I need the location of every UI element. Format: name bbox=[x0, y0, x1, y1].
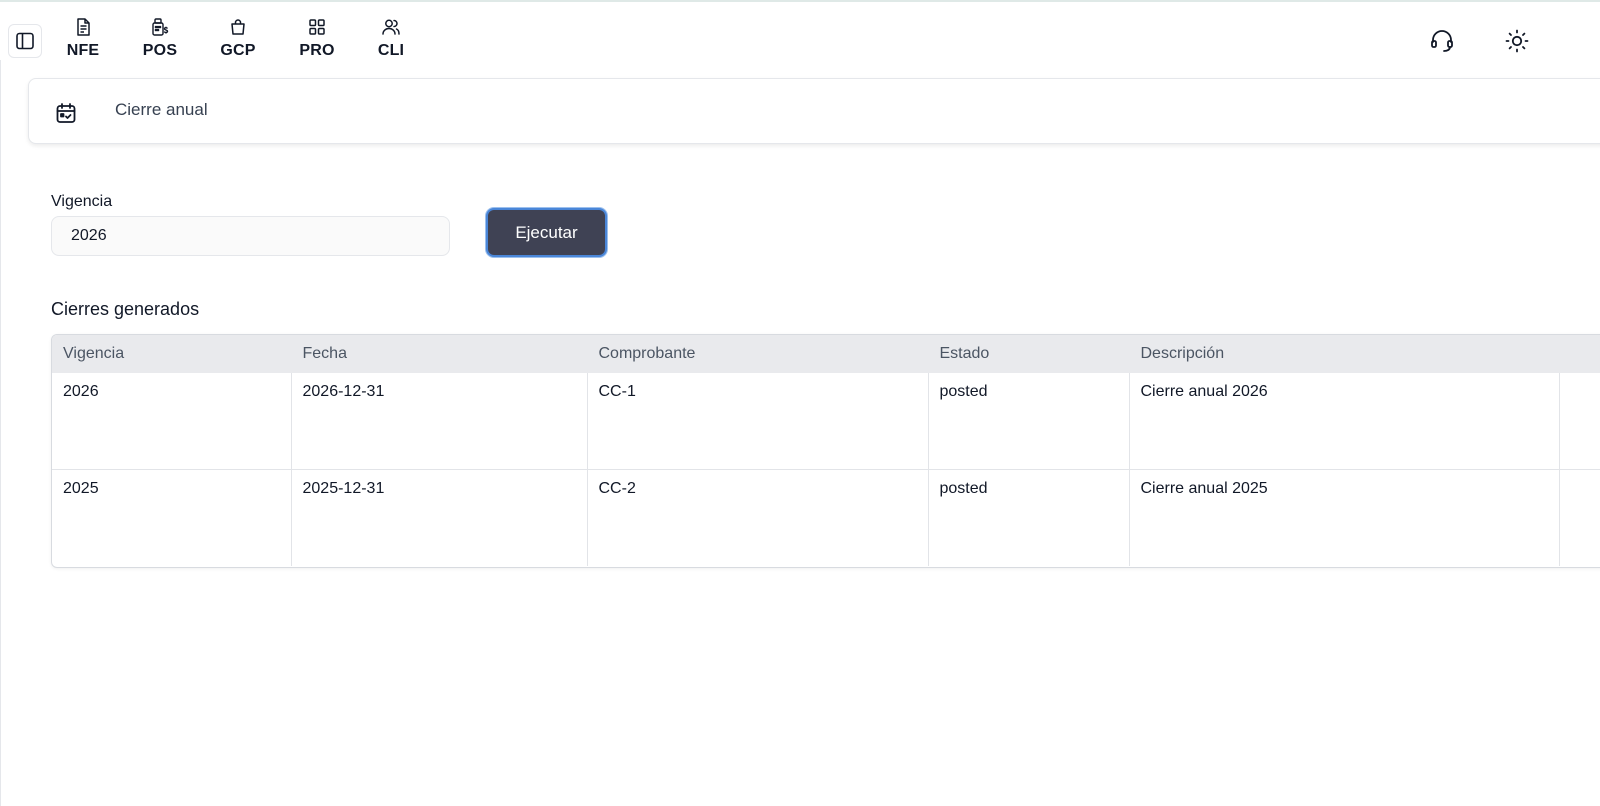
column-header-comprobante[interactable]: Comprobante bbox=[587, 335, 929, 373]
execute-button[interactable]: Ejecutar bbox=[486, 208, 607, 257]
cell-descripcion: Cierre anual 2026 bbox=[1129, 373, 1560, 469]
column-header-descripcion[interactable]: Descripción bbox=[1129, 335, 1560, 373]
cell-comprobante: CC-1 bbox=[587, 373, 929, 469]
sidebar-toggle-button[interactable] bbox=[8, 24, 42, 58]
table-row[interactable]: 2025 2025-12-31 CC-2 posted Cierre anual… bbox=[52, 468, 1600, 566]
sidebar-icon bbox=[16, 32, 34, 50]
sun-icon bbox=[1505, 29, 1529, 53]
theme-toggle-button[interactable] bbox=[1502, 26, 1532, 56]
column-header-fecha[interactable]: Fecha bbox=[291, 335, 588, 373]
table-header-row: Vigencia Fecha Comprobante Estado Descri… bbox=[52, 335, 1600, 373]
module-cli[interactable]: CLI bbox=[377, 16, 405, 66]
cell-extra bbox=[1559, 468, 1600, 566]
section-title: Cierres generados bbox=[51, 299, 200, 319]
document-icon bbox=[72, 16, 94, 38]
vigencia-label: Vigencia bbox=[51, 193, 113, 210]
module-label: NFE bbox=[66, 42, 100, 59]
module-gcp[interactable]: GCP bbox=[220, 16, 256, 66]
vigencia-input[interactable] bbox=[51, 216, 450, 256]
left-border bbox=[0, 60, 1, 806]
table-row[interactable]: 2026 2026-12-31 CC-1 posted Cierre anual… bbox=[52, 373, 1600, 469]
top-navigation: NFE POS GCP PRO CLI bbox=[0, 2, 1600, 76]
cell-fecha: 2026-12-31 bbox=[291, 373, 588, 469]
module-label: CLI bbox=[377, 42, 405, 59]
column-header-vigencia[interactable]: Vigencia bbox=[52, 335, 292, 373]
cell-vigencia: 2025 bbox=[52, 468, 292, 566]
page-header: Cierre anual bbox=[28, 78, 1600, 144]
cash-register-icon bbox=[149, 16, 171, 38]
cell-vigencia: 2026 bbox=[52, 373, 292, 469]
cell-descripcion: Cierre anual 2025 bbox=[1129, 468, 1560, 566]
column-header-extra bbox=[1559, 335, 1600, 373]
cell-comprobante: CC-2 bbox=[587, 468, 929, 566]
module-label: PRO bbox=[299, 42, 335, 59]
shopping-bag-icon bbox=[227, 16, 249, 38]
closings-table: Vigencia Fecha Comprobante Estado Descri… bbox=[51, 334, 1600, 568]
users-icon bbox=[380, 16, 402, 38]
headset-icon bbox=[1431, 30, 1453, 52]
module-pro[interactable]: PRO bbox=[299, 16, 335, 66]
cell-fecha: 2025-12-31 bbox=[291, 468, 588, 566]
module-pos[interactable]: POS bbox=[142, 16, 178, 66]
page-title: Cierre anual bbox=[115, 100, 208, 119]
cell-estado: posted bbox=[928, 468, 1130, 566]
calendar-icon bbox=[56, 103, 76, 123]
support-button[interactable] bbox=[1427, 26, 1457, 56]
grid-icon bbox=[306, 16, 328, 38]
module-label: GCP bbox=[220, 42, 256, 59]
module-nfe[interactable]: NFE bbox=[66, 16, 100, 66]
column-header-estado[interactable]: Estado bbox=[928, 335, 1130, 373]
cell-extra bbox=[1559, 373, 1600, 469]
cell-estado: posted bbox=[928, 373, 1130, 469]
module-label: POS bbox=[142, 42, 178, 59]
